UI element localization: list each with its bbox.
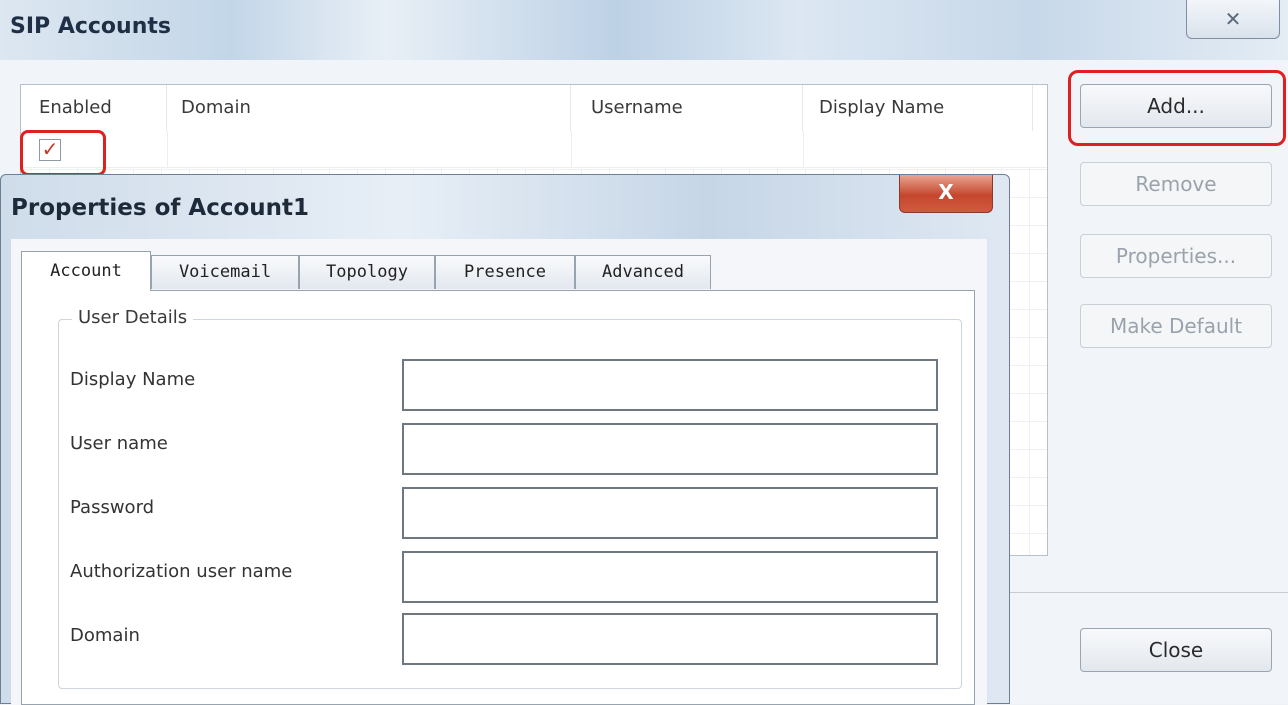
password-label: Password — [70, 497, 155, 518]
display-name-field[interactable] — [402, 359, 938, 411]
outer-close-button[interactable]: ✕ — [1186, 0, 1280, 39]
close-icon: X — [938, 180, 954, 204]
make-default-button[interactable]: Make Default — [1080, 304, 1272, 348]
dialog-close-button[interactable]: X — [899, 175, 993, 213]
properties-dialog: Properties of Account1 X Account Voicema… — [0, 174, 1010, 705]
close-button[interactable]: Close — [1080, 628, 1272, 672]
footer-divider — [1010, 592, 1288, 593]
tab-account[interactable]: Account — [21, 251, 151, 291]
table-row[interactable]: ✓ — [21, 131, 1047, 168]
close-icon: ✕ — [1224, 7, 1242, 31]
window-title: SIP Accounts — [10, 14, 171, 39]
add-highlight-annotation — [1068, 70, 1286, 146]
tab-topology[interactable]: Topology — [299, 255, 435, 289]
outer-titlebar: SIP Accounts ✕ — [0, 0, 1288, 60]
domain-field[interactable] — [402, 613, 938, 665]
authorization-user-name-label: Authorization user name — [70, 561, 293, 582]
enabled-highlight-annotation — [20, 130, 106, 176]
tab-voicemail[interactable]: Voicemail — [151, 255, 299, 289]
cell-divider — [803, 131, 804, 167]
properties-button[interactable]: Properties... — [1080, 234, 1272, 278]
dialog-client-area: Account Voicemail Topology Presence Adva… — [11, 239, 987, 705]
column-header-domain[interactable]: Domain — [167, 85, 571, 131]
password-field[interactable] — [402, 487, 938, 539]
remove-button[interactable]: Remove — [1080, 162, 1272, 206]
display-name-label: Display Name — [70, 369, 196, 390]
user-name-label: User name — [70, 433, 168, 454]
dialog-title: Properties of Account1 — [11, 195, 310, 221]
user-name-field[interactable] — [402, 423, 938, 475]
column-header-username[interactable]: Username — [571, 85, 803, 131]
tab-advanced[interactable]: Advanced — [575, 255, 711, 289]
tab-presence[interactable]: Presence — [435, 255, 575, 289]
group-title: User Details — [72, 307, 194, 328]
column-header-display-name[interactable]: Display Name — [803, 85, 1033, 131]
cell-divider — [167, 131, 168, 167]
domain-label: Domain — [70, 625, 140, 646]
account-tab-panel: User Details Display Name User name Pass… — [21, 290, 975, 705]
authorization-user-name-field[interactable] — [402, 551, 938, 603]
cell-divider — [571, 131, 572, 167]
column-header-enabled[interactable]: Enabled — [21, 85, 167, 131]
table-header: Enabled Domain Username Display Name — [21, 85, 1047, 132]
